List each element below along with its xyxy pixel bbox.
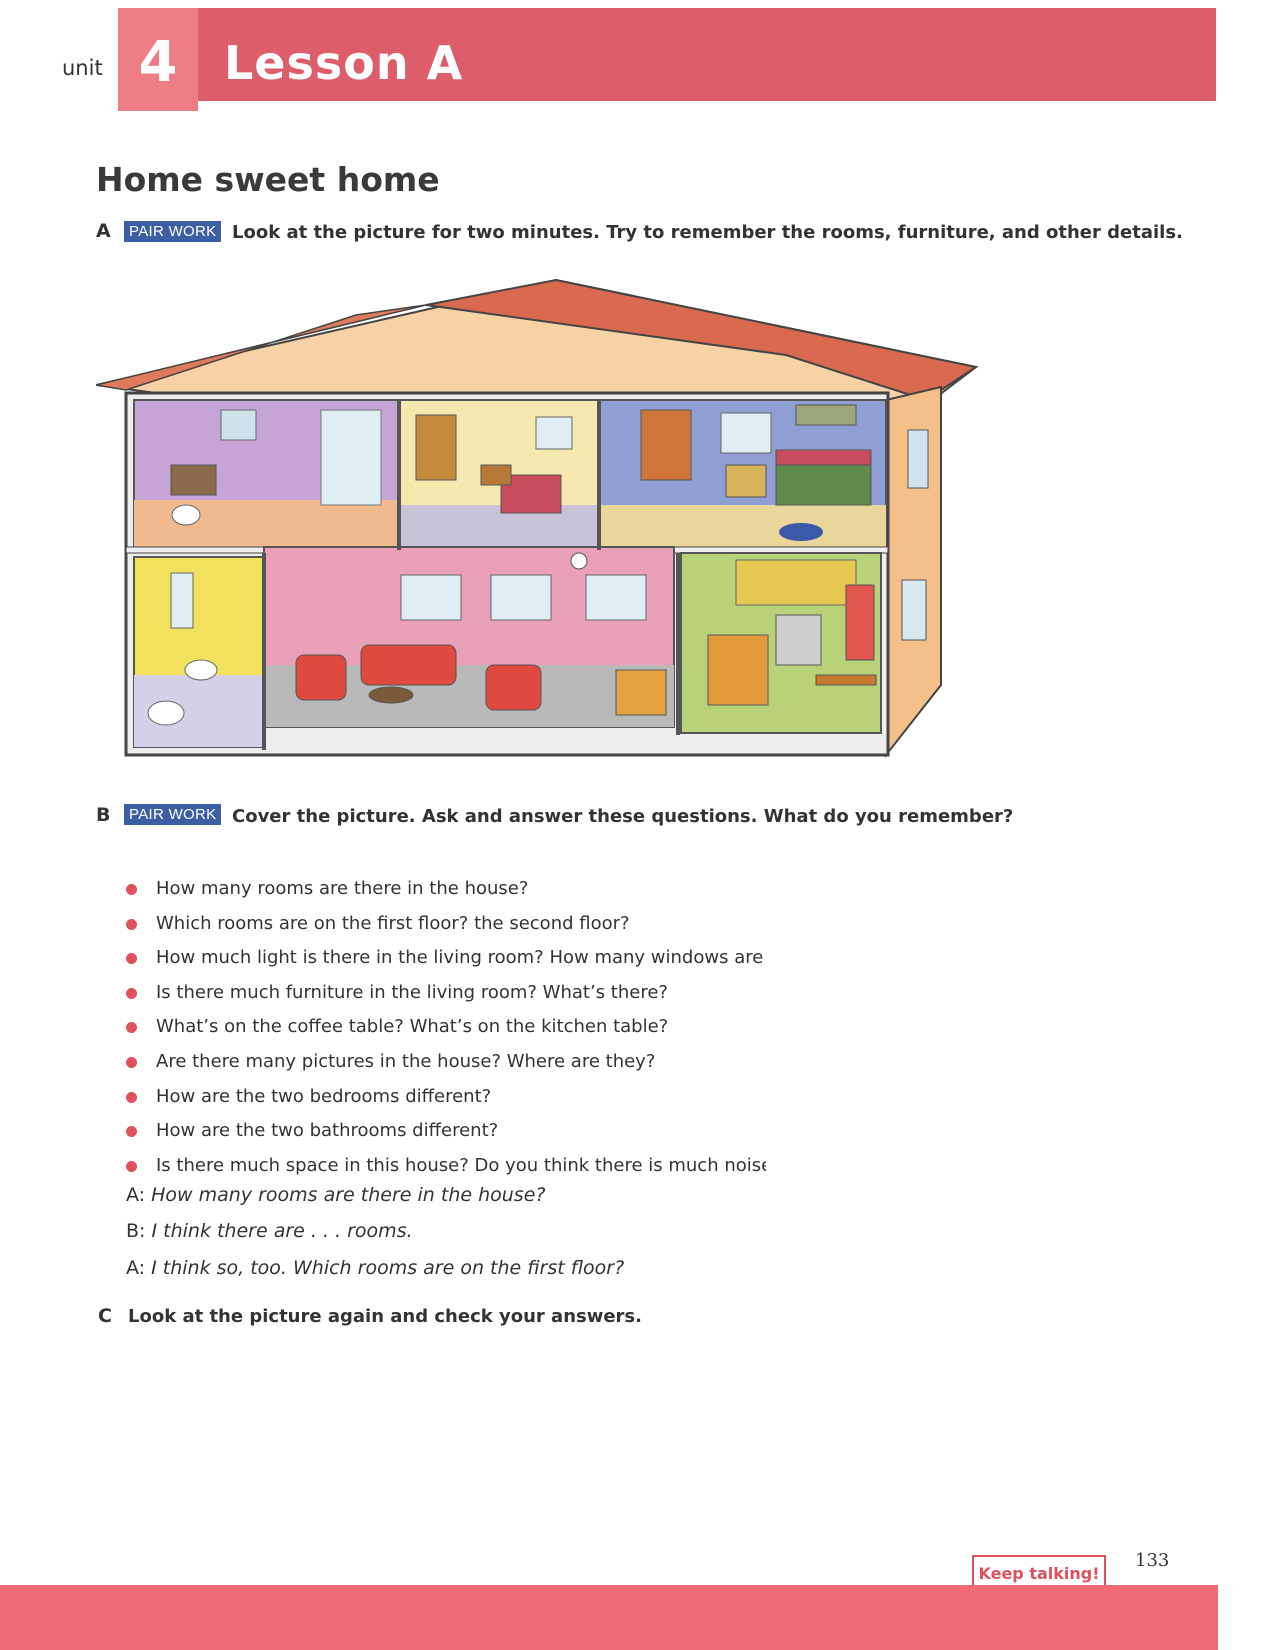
list-item: Is there much furniture in the living ro… <box>126 976 766 1011</box>
question-list: How many rooms are there in the house? W… <box>126 872 766 1183</box>
section-a-letter: A <box>96 220 111 242</box>
dialogue-speaker: B: <box>126 1220 146 1242</box>
dialogue-line-1: A: How many rooms are there in the house… <box>126 1184 545 1206</box>
section-b-instruction: Cover the picture. Ask and answer these … <box>232 806 1014 827</box>
section-a-badge: PAIR WORK <box>124 221 222 242</box>
house-illustration <box>96 278 979 758</box>
unit-number: 4 <box>138 30 178 95</box>
lesson-title: Lesson A <box>224 36 464 90</box>
list-item: What’s on the coffee table? What’s on th… <box>126 1010 766 1045</box>
bullet-icon <box>126 1160 137 1172</box>
list-item: How much light is there in the living ro… <box>126 941 766 976</box>
list-item: Which rooms are on the first floor? the … <box>126 907 766 942</box>
dialogue-text: I think there are . . . rooms. <box>151 1220 413 1242</box>
list-item: Are there many pictures in the house? Wh… <box>126 1045 766 1080</box>
section-c-instruction: Look at the picture again and check your… <box>128 1306 642 1327</box>
dialogue-speaker: A: <box>126 1184 146 1206</box>
dialogue-text: How many rooms are there in the house? <box>151 1184 546 1206</box>
list-item: How are the two bedrooms different? <box>126 1080 766 1115</box>
list-item: How many rooms are there in the house? <box>126 872 766 907</box>
bullet-icon <box>126 1126 137 1138</box>
bullet-icon <box>126 884 137 895</box>
page-number: 133 <box>1135 1550 1170 1571</box>
section-b-letter: B <box>96 804 111 826</box>
dialogue-line-2: B: I think there are . . . rooms. <box>126 1220 413 1242</box>
unit-label: unit <box>62 56 103 80</box>
bullet-icon <box>126 1091 137 1103</box>
list-item: Is there much space in this house? Do yo… <box>126 1149 766 1184</box>
list-item: How are the two bathrooms different? <box>126 1114 766 1149</box>
bullet-icon <box>126 918 137 930</box>
section-a-instruction: Look at the picture for two minutes. Try… <box>232 222 1183 243</box>
dialogue-text: I think so, too. Which rooms are on the … <box>151 1257 625 1279</box>
page-title: Home sweet home <box>96 160 440 199</box>
bullet-icon <box>126 1056 137 1068</box>
section-b-badge: PAIR WORK <box>124 804 222 825</box>
bullet-icon <box>126 987 137 999</box>
unit-number-box: 4 <box>118 8 198 111</box>
dialogue-speaker: A: <box>126 1257 146 1279</box>
section-c-letter: C <box>98 1305 112 1327</box>
dialogue-line-3: A: I think so, too. Which rooms are on t… <box>126 1257 624 1279</box>
bullet-icon <box>126 953 137 965</box>
bullet-icon <box>126 1022 137 1034</box>
footer-band <box>0 1585 1218 1650</box>
